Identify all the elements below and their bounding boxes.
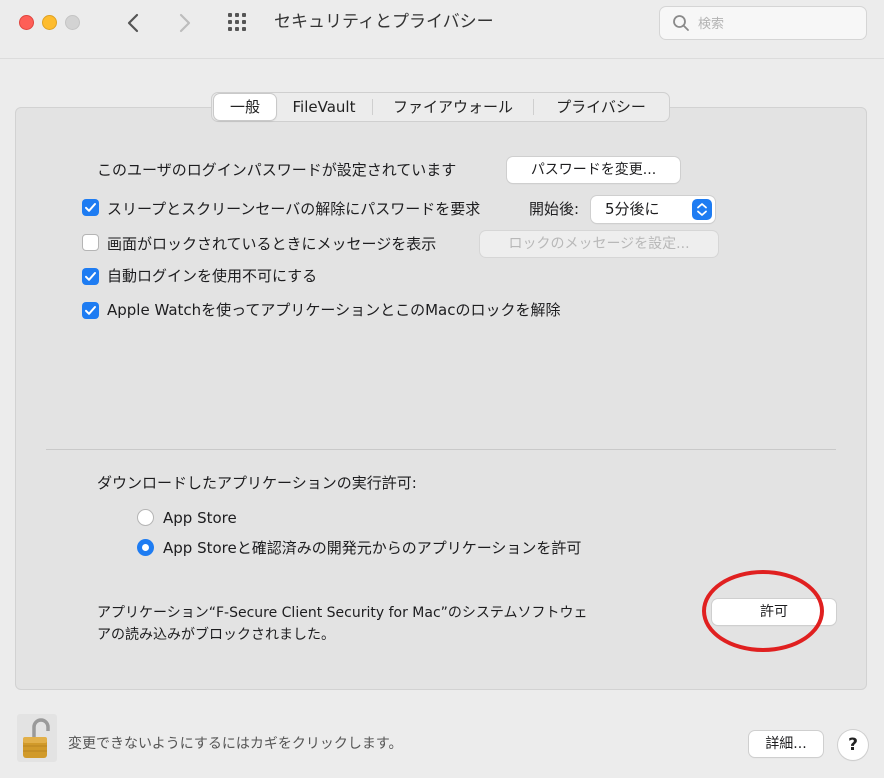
require-password-checkbox[interactable] [82,199,99,216]
blocked-message-line1: アプリケーション“F-Secure Client Security for Ma… [97,605,588,621]
advanced-button[interactable]: 詳細... [749,731,823,757]
password-set-label: このユーザのログインパスワードが設定されています [97,161,457,179]
password-delay-value: 5分後に [605,200,660,218]
password-delay-select[interactable]: 5分後に [591,196,715,223]
lock-icon[interactable] [15,714,59,762]
minimize-window-button[interactable] [42,15,57,30]
section-divider [46,449,836,450]
checkmark-icon [85,203,96,212]
require-password-label: スリープとスクリーンセーバの解除にパスワードを要求 [107,200,481,218]
window-title: セキュリティとプライバシー [274,12,494,32]
apple-watch-unlock-label: Apple Watchを使ってアプリケーションとこのMacのロックを解除 [107,301,561,319]
zoom-window-button[interactable] [65,15,80,30]
after-label: 開始後: [529,200,580,218]
app-store-identified-radio[interactable] [137,539,154,556]
app-store-radio[interactable] [137,509,154,526]
toolbar-divider [0,58,884,59]
chevron-left-icon [127,13,139,33]
checkmark-icon [85,306,96,315]
title-bar: セキュリティとプライバシー [0,0,884,52]
chevron-right-icon [179,13,191,33]
help-button[interactable]: ? [838,730,868,760]
search-input[interactable] [696,11,860,37]
forward-button[interactable] [171,10,197,36]
tab-firewall[interactable]: ファイアウォール [373,94,533,120]
show-all-grid-icon[interactable] [228,13,250,35]
downloads-heading: ダウンロードしたアプリケーションの実行許可: [97,474,417,492]
set-lock-message-button[interactable]: ロックのメッセージを設定... [480,231,718,257]
search-field[interactable] [659,6,867,40]
lock-message-checkbox[interactable] [82,234,99,251]
annotation-circle [702,570,824,652]
change-password-button[interactable]: パスワードを変更... [507,157,680,183]
lock-message-label: 画面がロックされているときにメッセージを表示 [107,235,437,253]
blocked-message-line2: アの読み込みがブロックされました。 [97,627,335,643]
lock-hint-text: 変更できないようにするにはカギをクリックします。 [68,736,403,752]
checkmark-icon [85,272,96,281]
tab-bar: 一般 FileVault ファイアウォール プライバシー [211,92,670,122]
stepper-arrows-icon [692,199,712,220]
app-store-label: App Store [163,509,237,527]
tab-filevault[interactable]: FileVault [276,94,372,120]
app-store-identified-label: App Storeと確認済みの開発元からのアプリケーションを許可 [163,539,582,557]
search-icon [673,15,689,31]
back-button[interactable] [121,10,147,36]
disable-auto-login-checkbox[interactable] [82,268,99,285]
close-window-button[interactable] [19,15,34,30]
tab-general[interactable]: 一般 [214,94,276,120]
disable-auto-login-label: 自動ログインを使用不可にする [107,267,318,285]
tab-privacy[interactable]: プライバシー [534,94,668,120]
apple-watch-unlock-checkbox[interactable] [82,302,99,319]
